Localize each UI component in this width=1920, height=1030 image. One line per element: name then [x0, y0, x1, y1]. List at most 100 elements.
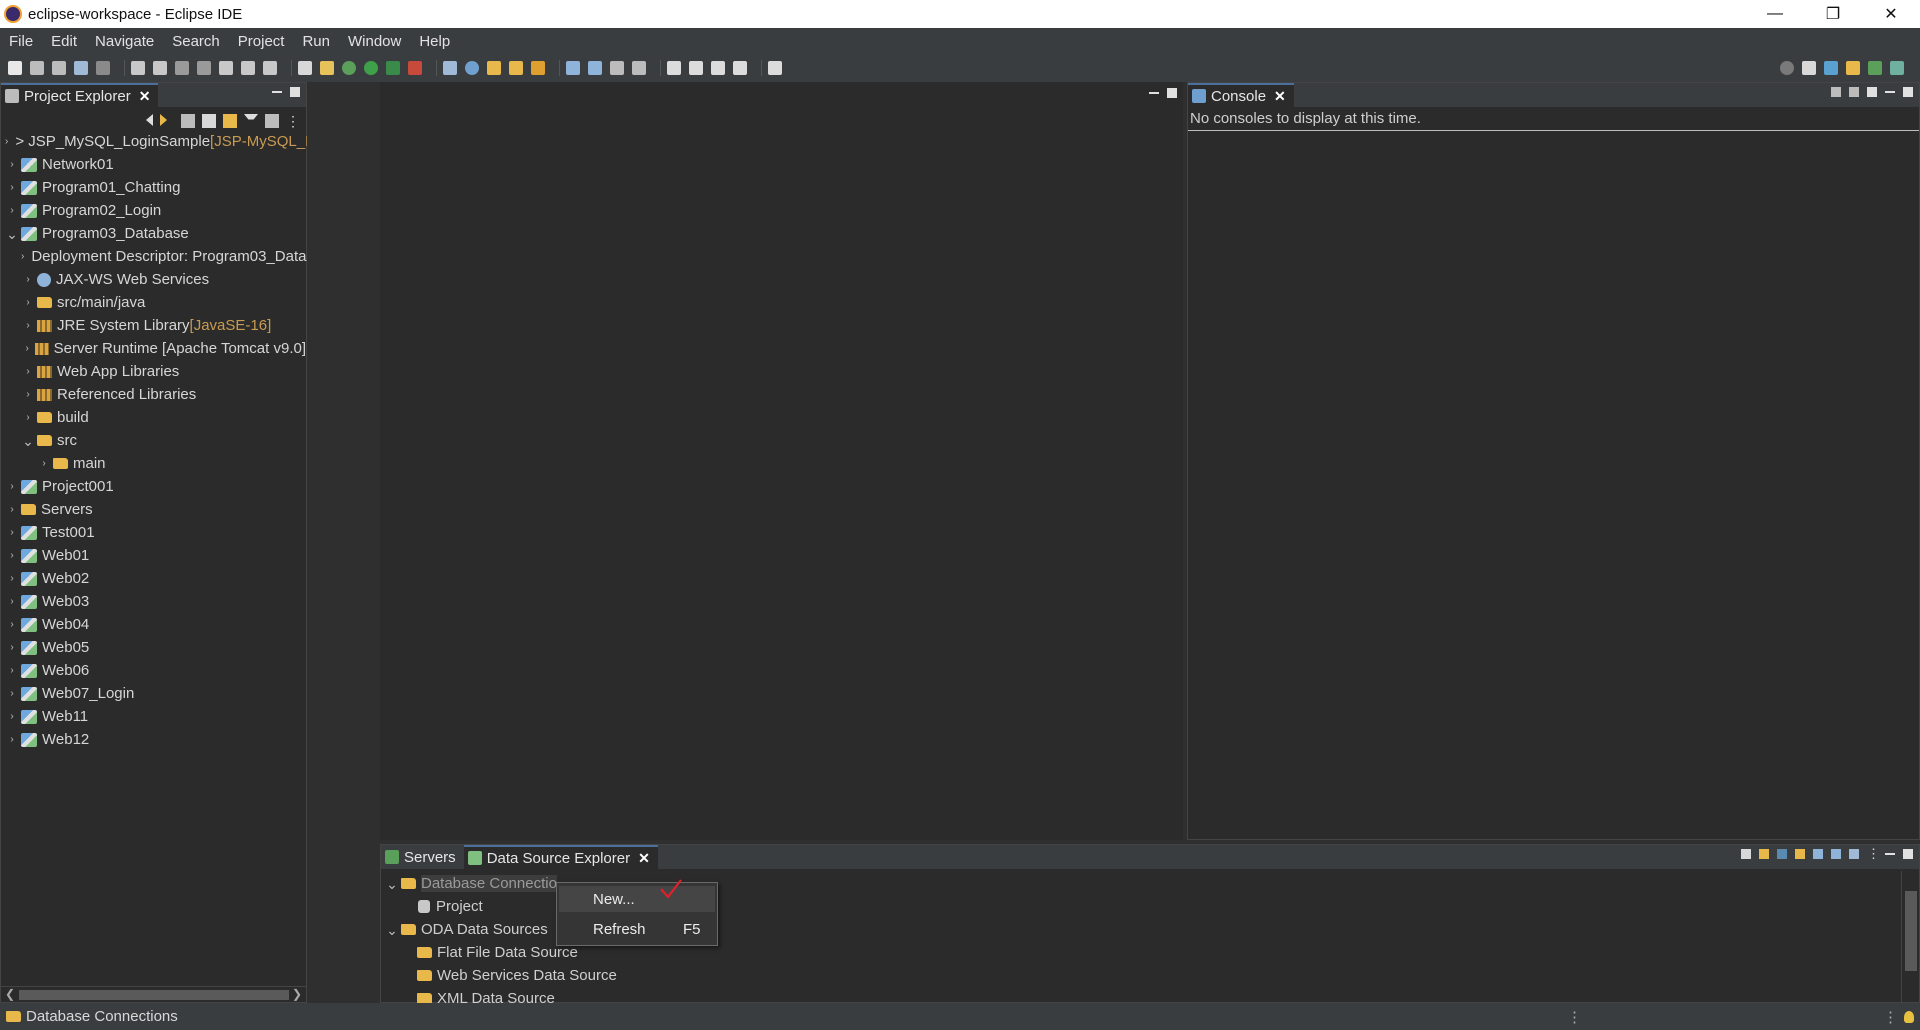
tree-item[interactable]: › Web07_Login [1, 682, 306, 705]
menu-help[interactable]: Help [414, 33, 463, 50]
collapsed-chevron-icon[interactable]: › [5, 527, 19, 538]
external-tools-icon[interactable] [408, 61, 422, 75]
publish-icon[interactable] [320, 61, 334, 75]
suspend-icon[interactable] [153, 61, 167, 75]
collapsed-chevron-icon[interactable]: › [5, 550, 19, 561]
menu-search[interactable]: Search [167, 33, 233, 50]
annotation-nav-icon[interactable] [610, 61, 624, 75]
open-task-icon[interactable] [509, 61, 523, 75]
tree-item[interactable]: › Web06 [1, 659, 306, 682]
tree-item[interactable]: ⌄ src [1, 429, 306, 452]
restore-button[interactable]: ❐ [1804, 0, 1862, 28]
menu-navigate[interactable]: Navigate [90, 33, 167, 50]
close-icon[interactable]: ✕ [638, 850, 650, 867]
collapsed-chevron-icon[interactable]: › [21, 320, 35, 331]
export-icon[interactable] [1813, 849, 1823, 859]
close-icon[interactable]: ✕ [139, 88, 151, 105]
tree-item[interactable]: › Project001 [1, 475, 306, 498]
tree-item[interactable]: › Deployment Descriptor: Program03_Databa… [1, 245, 339, 268]
tab-data-source-explorer[interactable]: Data Source Explorer ✕ [463, 845, 658, 869]
collapsed-chevron-icon[interactable]: › [21, 251, 24, 262]
minimize-view-button[interactable] [272, 87, 282, 93]
collapse-all-icon[interactable] [1741, 849, 1751, 859]
step-over-icon[interactable] [241, 61, 255, 75]
menu-window[interactable]: Window [343, 33, 414, 50]
terminate-icon[interactable] [175, 61, 189, 75]
tree-item[interactable]: › main [1, 452, 306, 475]
tree-item[interactable]: › Test001 [1, 521, 306, 544]
expanded-chevron-icon[interactable]: ⌄ [385, 877, 399, 891]
open-console-icon[interactable] [1867, 87, 1877, 97]
save-all-icon[interactable] [52, 61, 66, 75]
collapsed-chevron-icon[interactable]: › [5, 665, 19, 676]
collapse-all-icon[interactable] [202, 114, 216, 128]
collapsed-chevron-icon[interactable]: › [5, 642, 19, 653]
search-icon[interactable] [1780, 61, 1794, 75]
context-menu-new[interactable]: New... [559, 886, 715, 912]
menu-file[interactable]: File [4, 33, 46, 50]
debug-perspective-icon[interactable] [1868, 61, 1882, 75]
open-perspective-icon[interactable] [1802, 61, 1816, 75]
forward-nav-icon[interactable] [160, 114, 174, 126]
collapsed-chevron-icon[interactable]: › [5, 481, 19, 492]
collapsed-chevron-icon[interactable]: › [5, 619, 19, 630]
tree-item[interactable]: › JRE System Library [JavaSE-16] [1, 314, 306, 337]
collapsed-chevron-icon[interactable]: › [5, 734, 19, 745]
maximize-editor-button[interactable] [1167, 88, 1177, 98]
collapsed-chevron-icon[interactable]: › [5, 182, 19, 193]
menu-run[interactable]: Run [297, 33, 343, 50]
pin-editor-icon[interactable] [632, 61, 646, 75]
menu-project[interactable]: Project [233, 33, 298, 50]
debug-icon[interactable] [342, 61, 356, 75]
status-menu-icon[interactable]: ⋮ [1883, 1008, 1898, 1026]
tree-item[interactable]: › Network01 [1, 153, 306, 176]
scrollbar-thumb[interactable] [19, 990, 289, 1000]
collapsed-chevron-icon[interactable]: › [5, 596, 19, 607]
view-menu-icon[interactable]: ⋮ [286, 114, 300, 128]
context-menu-refresh[interactable]: Refresh F5 [559, 916, 715, 942]
new-icon[interactable] [8, 61, 22, 75]
link-with-editor-icon[interactable] [223, 114, 237, 128]
display-console-icon[interactable] [1849, 87, 1859, 97]
web-services-toolbar-icon[interactable] [588, 61, 602, 75]
scroll-right-icon[interactable]: ❯ [292, 987, 302, 1001]
pin-console-icon[interactable] [1831, 87, 1841, 97]
forward-icon[interactable] [689, 61, 703, 75]
coverage-icon[interactable] [386, 61, 400, 75]
open-perspective-toolbar-icon[interactable] [768, 61, 782, 75]
expanded-chevron-icon[interactable]: ⌄ [21, 434, 35, 448]
scrollbar-thumb[interactable] [1905, 891, 1917, 971]
tree-item[interactable]: › Web11 [1, 705, 306, 728]
collapsed-chevron-icon[interactable]: › [5, 159, 19, 170]
vertical-scrollbar[interactable] [1901, 871, 1919, 1002]
collapsed-chevron-icon[interactable]: › [37, 458, 51, 469]
tree-item[interactable]: › Web03 [1, 590, 306, 613]
minimize-view-button[interactable] [1885, 87, 1895, 93]
step-into-icon[interactable] [219, 61, 233, 75]
maximize-view-button[interactable] [1903, 849, 1913, 859]
collapsed-chevron-icon[interactable]: › [5, 504, 19, 515]
focus-icon[interactable] [265, 114, 279, 128]
filter-icon[interactable] [244, 114, 258, 128]
git-perspective-icon[interactable] [1890, 61, 1904, 75]
disconnect-icon[interactable] [197, 61, 211, 75]
tab-project-explorer[interactable]: Project Explorer ✕ [1, 83, 159, 107]
tree-item[interactable]: › Web04 [1, 613, 306, 636]
new-connection-icon[interactable] [1795, 849, 1805, 859]
scroll-left-icon[interactable]: ❮ [5, 987, 15, 1001]
minimize-button[interactable]: — [1746, 0, 1804, 28]
expanded-chevron-icon[interactable]: ⌄ [385, 923, 399, 937]
collapsed-chevron-icon[interactable]: › [21, 297, 35, 308]
tree-item[interactable]: › Servers [1, 498, 306, 521]
view-menu-icon[interactable]: ⋮ [1867, 847, 1880, 860]
go-up-icon[interactable] [181, 114, 195, 128]
next-edit-icon[interactable] [733, 61, 747, 75]
save-icon[interactable] [30, 61, 44, 75]
import-icon[interactable] [1831, 849, 1841, 859]
close-icon[interactable]: ✕ [1274, 88, 1286, 105]
web-browser-icon[interactable] [566, 61, 580, 75]
tree-item[interactable]: › Web05 [1, 636, 306, 659]
new-java-project-icon[interactable] [443, 61, 457, 75]
back-nav-icon[interactable] [139, 114, 153, 126]
collapsed-chevron-icon[interactable]: › [5, 205, 19, 216]
